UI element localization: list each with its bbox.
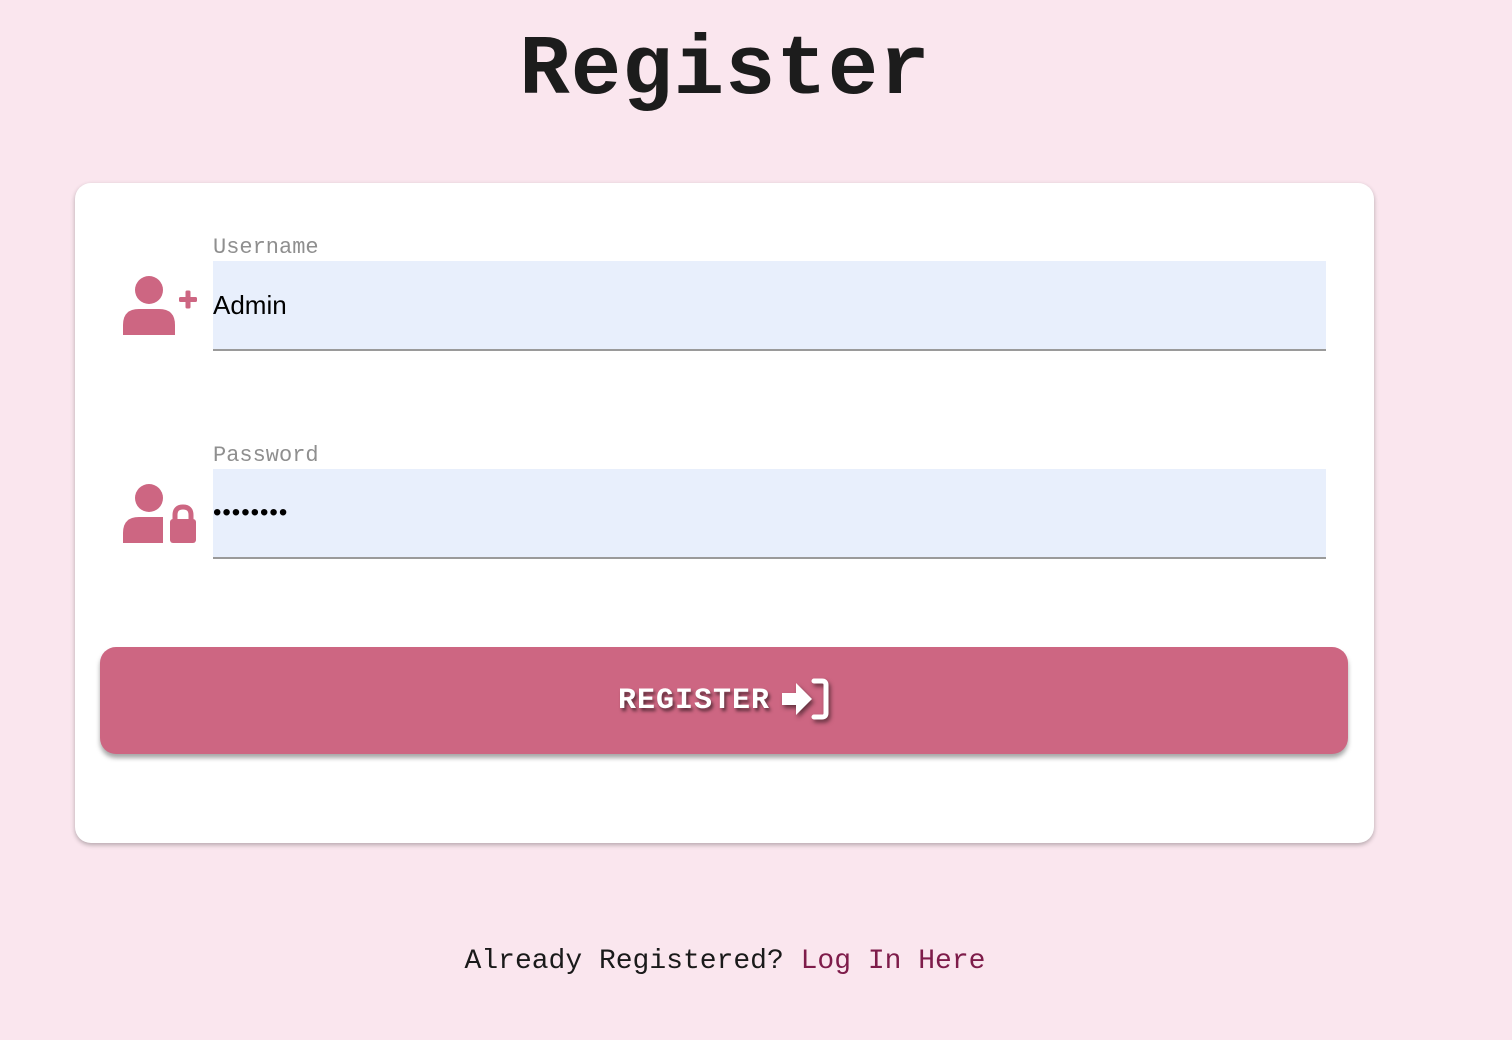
register-card: Username Password REGISTER — [75, 183, 1374, 843]
username-input[interactable] — [213, 261, 1326, 351]
sign-in-icon — [780, 677, 830, 724]
user-plus-icon — [121, 273, 201, 337]
user-lock-icon — [121, 481, 201, 545]
login-link[interactable]: Log In Here — [801, 946, 986, 977]
password-label: Password — [213, 443, 319, 468]
register-button-label: REGISTER — [617, 683, 771, 718]
page-title: Register — [519, 24, 931, 119]
footer-login-prompt: Already Registered? Log In Here — [0, 940, 1450, 984]
username-label: Username — [213, 235, 319, 260]
register-button[interactable]: REGISTER — [100, 647, 1348, 754]
password-input[interactable] — [213, 469, 1326, 559]
already-registered-text: Already Registered? — [464, 946, 784, 977]
